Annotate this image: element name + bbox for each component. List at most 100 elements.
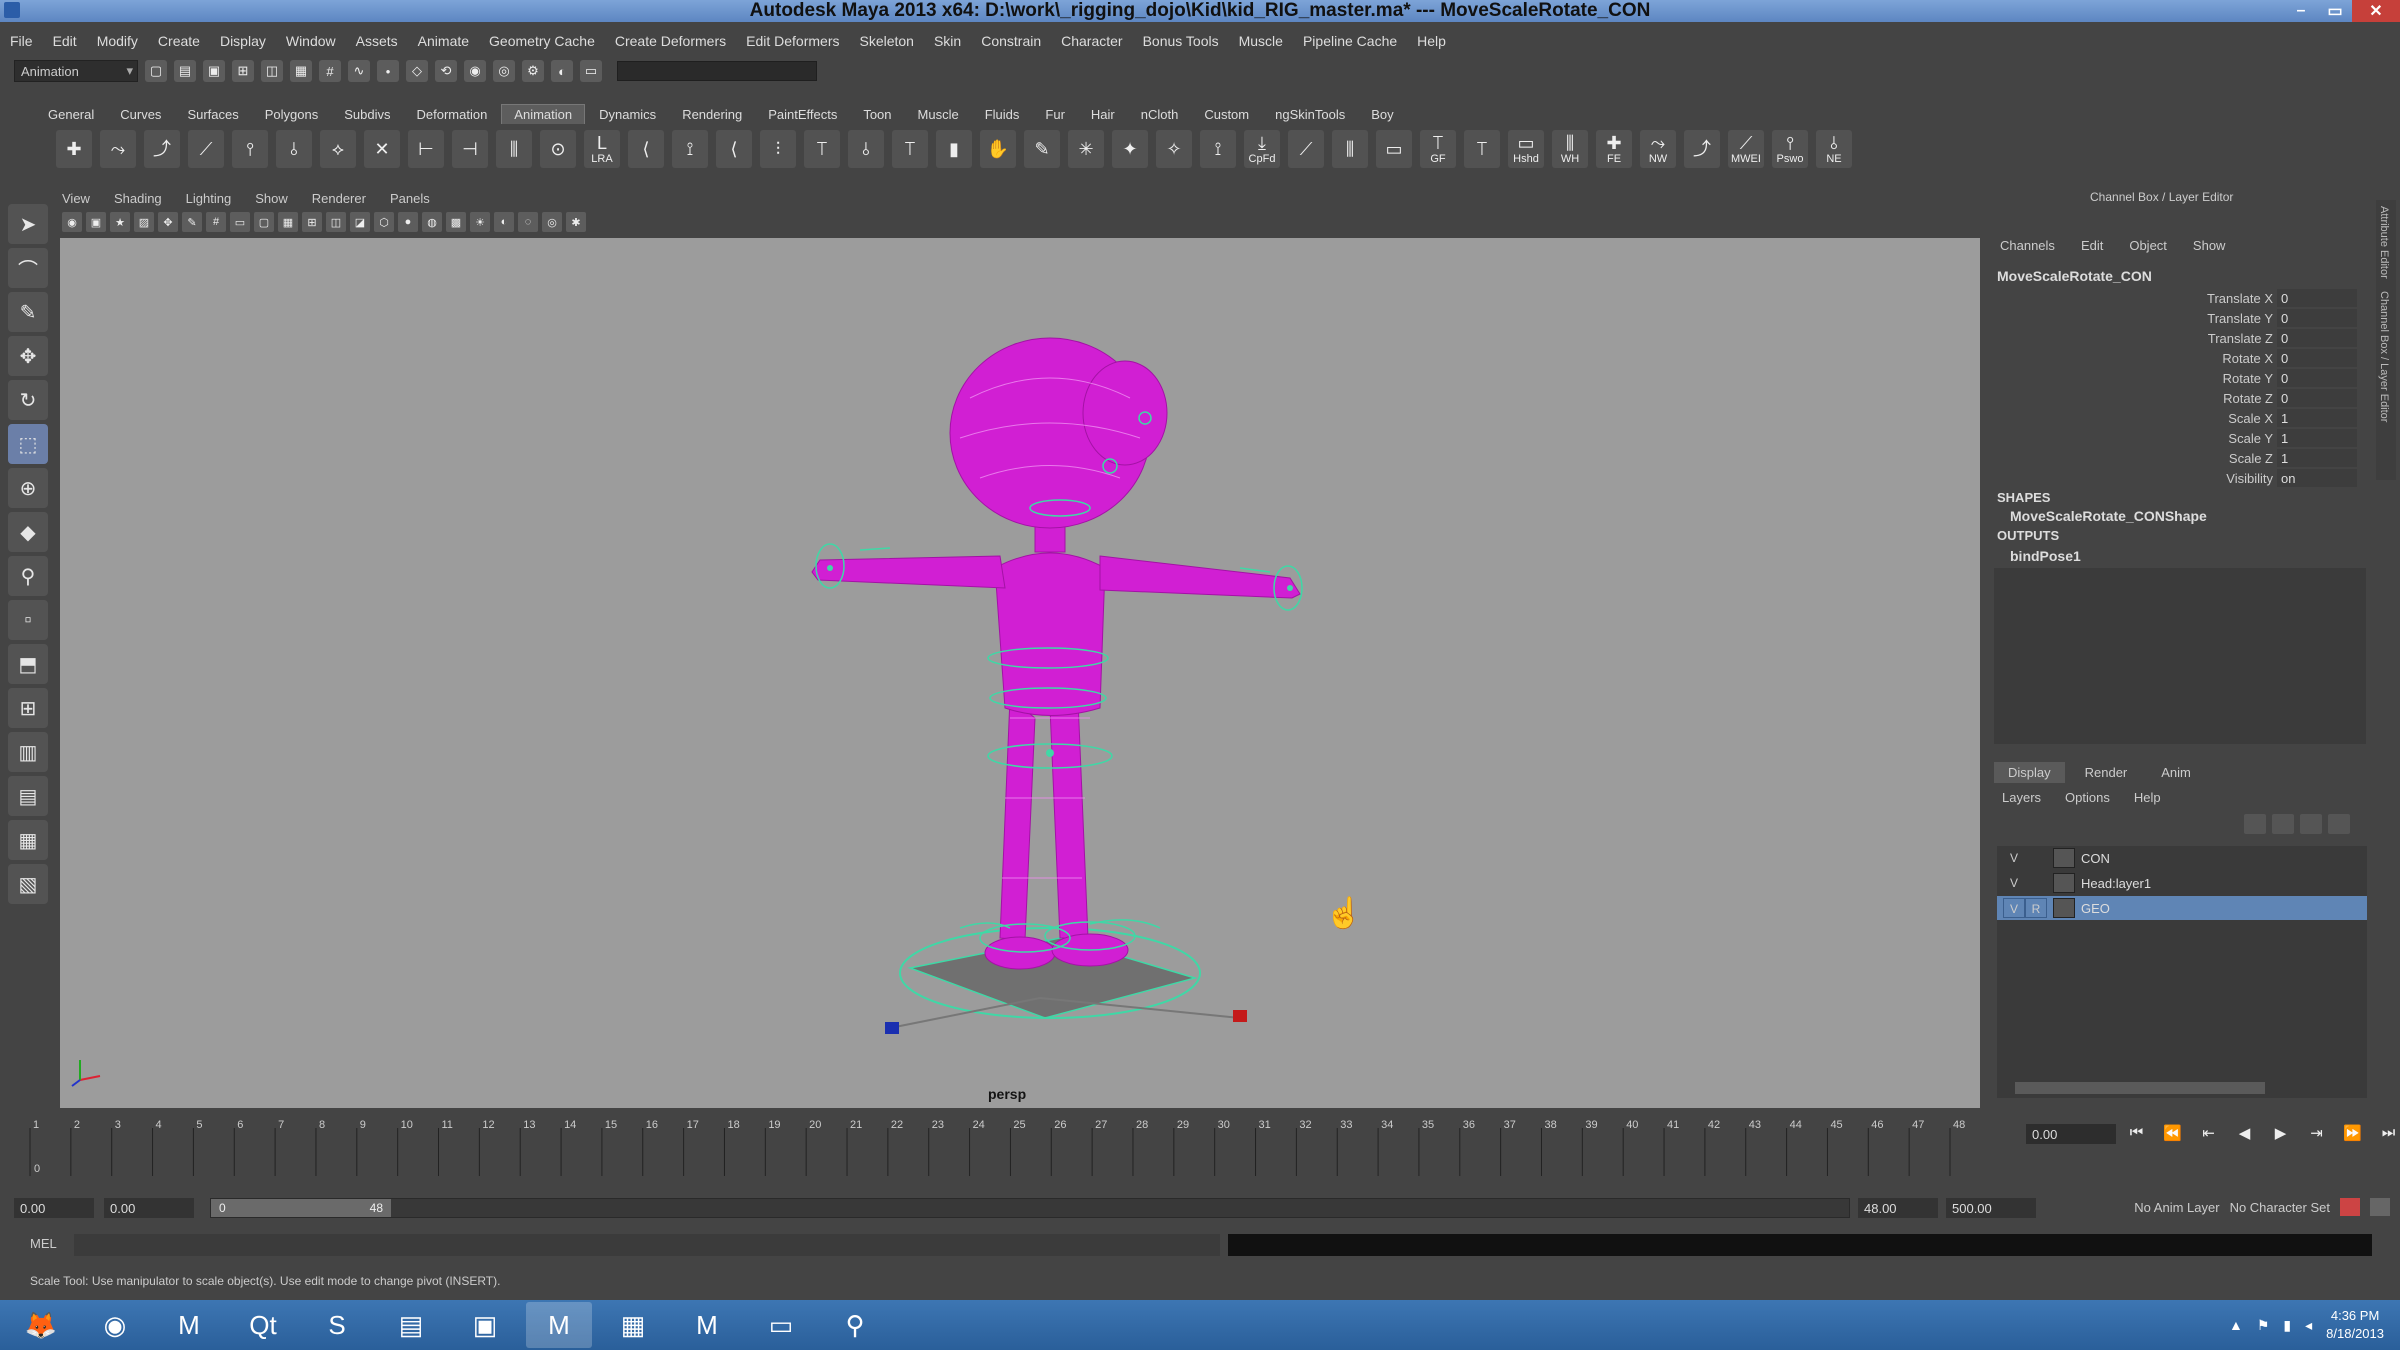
universal-manipulator-icon[interactable]: ⊕ (8, 468, 48, 508)
range-handle[interactable]: 0 48 (211, 1199, 391, 1217)
blue-control[interactable] (885, 1022, 899, 1034)
menu-set-dropdown[interactable]: Animation (14, 60, 138, 82)
wireframe-on-shaded-icon[interactable]: ◍ (422, 212, 442, 232)
layer-visibility-toggle[interactable]: V (2003, 873, 2025, 893)
output-node[interactable]: bindPose1 (2010, 548, 2081, 564)
playback-button[interactable]: ⏮ (2124, 1124, 2149, 1142)
playback-button[interactable]: ⏭ (2376, 1124, 2400, 1142)
shelf-tab-fluids[interactable]: Fluids (973, 105, 1032, 124)
shelf-button[interactable]: ⟙ GF (1420, 130, 1456, 168)
character-set-dropdown[interactable]: No Character Set (2230, 1200, 2330, 1215)
play-start-field[interactable]: 0.00 (104, 1198, 194, 1218)
save-scene-icon[interactable]: ▣ (203, 60, 225, 82)
tab-render[interactable]: Render (2071, 762, 2142, 783)
select-component-icon[interactable]: ▦ (290, 60, 312, 82)
select-object-icon[interactable]: ◫ (261, 60, 283, 82)
shelf-tab-painteffects[interactable]: PaintEffects (756, 105, 849, 124)
viewport-menu-view[interactable]: View (62, 191, 90, 206)
grease-pencil-icon[interactable]: ✎ (182, 212, 202, 232)
safe-action-icon[interactable]: ◫ (326, 212, 346, 232)
chrome-icon[interactable]: ◉ (82, 1302, 148, 1348)
shelf-tab-boy[interactable]: Boy (1359, 105, 1405, 124)
object-menu[interactable]: Object (2129, 238, 2167, 253)
outliner-layout-icon[interactable]: ▧ (8, 864, 48, 904)
menu-file[interactable]: File (10, 33, 33, 49)
gate-mask-icon[interactable]: ▦ (278, 212, 298, 232)
shelf-button[interactable]: ⟙ (892, 130, 928, 168)
shelf-button[interactable]: ⤳ NW (1640, 130, 1676, 168)
safe-title-icon[interactable]: ◪ (350, 212, 370, 232)
menu-constrain[interactable]: Constrain (981, 33, 1041, 49)
channel-row[interactable]: Scale Y1 (1997, 428, 2367, 448)
menu-pipeline-cache[interactable]: Pipeline Cache (1303, 33, 1397, 49)
anim-preferences-icon[interactable] (2370, 1198, 2390, 1216)
shelf-tab-animation[interactable]: Animation (501, 104, 586, 124)
play-end-field[interactable]: 48.00 (1858, 1198, 1938, 1218)
rotate-tool-icon[interactable]: ↻ (8, 380, 48, 420)
shelf-tab-rendering[interactable]: Rendering (670, 105, 754, 124)
shelf-button[interactable]: L LRA (584, 130, 620, 168)
maya-3-icon[interactable]: M (674, 1302, 740, 1348)
channel-value[interactable]: 0 (2277, 389, 2357, 407)
last-tool-icon[interactable]: ▫ (8, 600, 48, 640)
shelf-button[interactable]: ✳ (1068, 130, 1104, 168)
command-input[interactable] (74, 1234, 1220, 1256)
red-control[interactable] (1233, 1010, 1247, 1022)
maximize-button[interactable]: ▭ (2318, 0, 2352, 22)
shelf-button[interactable]: ✚ FE (1596, 130, 1632, 168)
qt-icon[interactable]: Qt (230, 1302, 296, 1348)
shelf-button[interactable]: ⟋ (1288, 130, 1324, 168)
shelf-button[interactable]: ⫯ Pswo (1772, 130, 1808, 168)
shelf-button[interactable]: ✦ (1112, 130, 1148, 168)
wireframe-icon[interactable]: ⬡ (374, 212, 394, 232)
maya-icon[interactable]: M (156, 1302, 222, 1348)
shadows-icon[interactable]: ◐ (494, 212, 514, 232)
smooth-shade-icon[interactable]: ● (398, 212, 418, 232)
shelf-button[interactable]: ⟨ (716, 130, 752, 168)
playback-button[interactable]: ⏪ (2160, 1124, 2185, 1142)
layer-scrollbar[interactable] (1997, 1078, 2367, 1098)
xray-icon[interactable]: ◌ (518, 212, 538, 232)
layer-color-swatch[interactable] (2053, 848, 2075, 868)
perspective-viewport[interactable]: ☝ persp (60, 238, 1980, 1108)
single-perspective-layout-icon[interactable]: ⬒ (8, 644, 48, 684)
channel-row[interactable]: Rotate Z0 (1997, 388, 2367, 408)
menu-display[interactable]: Display (220, 33, 266, 49)
layer-row[interactable]: V Head:layer1 (1997, 871, 2367, 895)
network-icon[interactable]: ▮ (2283, 1317, 2291, 1334)
camera-select-icon[interactable]: ◉ (62, 212, 82, 232)
shelf-tab-ncloth[interactable]: nCloth (1129, 105, 1191, 124)
shelf-tab-deformation[interactable]: Deformation (404, 105, 499, 124)
shelf-button[interactable]: ✎ (1024, 130, 1060, 168)
shelf-button[interactable]: ⟋ MWEI (1728, 130, 1764, 168)
isolate-select-icon[interactable]: ◎ (542, 212, 562, 232)
menu-create-deformers[interactable]: Create Deformers (615, 33, 726, 49)
open-scene-icon[interactable]: ▤ (174, 60, 196, 82)
shelf-button[interactable]: ⫰ NE (1816, 130, 1852, 168)
shelf-button[interactable]: ⫼ WH (1552, 130, 1588, 168)
viewport-menu-panels[interactable]: Panels (390, 191, 430, 206)
shelf-button[interactable]: ⫼ (1332, 130, 1368, 168)
shelf-tab-toon[interactable]: Toon (851, 105, 903, 124)
shelf-button[interactable]: ⊣ (452, 130, 488, 168)
new-scene-icon[interactable]: ▢ (145, 60, 167, 82)
shelf-button[interactable]: ⫶ (760, 130, 796, 168)
channel-row[interactable]: Scale Z1 (1997, 448, 2367, 468)
shelf-button[interactable]: ✋ (980, 130, 1016, 168)
shelf-button[interactable]: ▭ Hshd (1508, 130, 1544, 168)
new-layer-icon[interactable] (2300, 814, 2322, 834)
shelf-button[interactable]: ⟟ (672, 130, 708, 168)
shelf-button[interactable]: ⫰ (848, 130, 884, 168)
anim-start-field[interactable]: 0.00 (14, 1198, 94, 1218)
shelf-button[interactable]: ⫰ (276, 130, 312, 168)
hypershade-layout-icon[interactable]: ▦ (8, 820, 48, 860)
channel-row[interactable]: Scale X1 (1997, 408, 2367, 428)
shelf-tab-curves[interactable]: Curves (108, 105, 173, 124)
shelf-button[interactable]: ⟟ (1200, 130, 1236, 168)
menu-modify[interactable]: Modify (97, 33, 138, 49)
channel-value[interactable]: 0 (2277, 309, 2357, 327)
four-view-layout-icon[interactable]: ⊞ (8, 688, 48, 728)
shelf-button[interactable]: ⊙ (540, 130, 576, 168)
persp-outliner-layout-icon[interactable]: ▥ (8, 732, 48, 772)
layer-display-type-toggle[interactable]: R (2025, 898, 2047, 918)
